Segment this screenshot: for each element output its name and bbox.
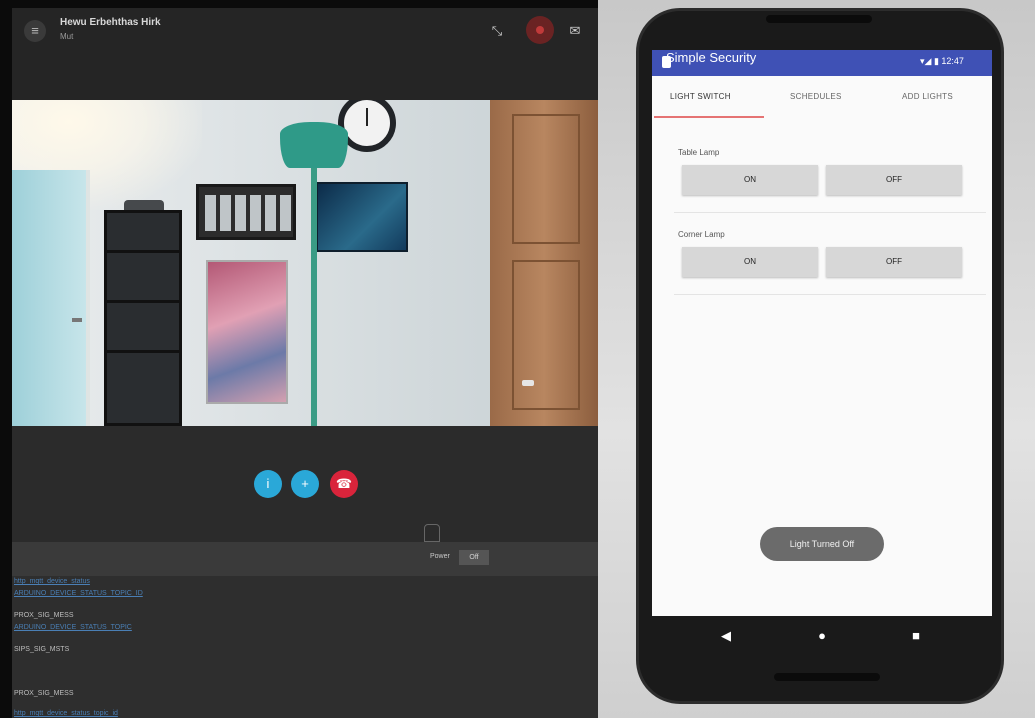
android-nav-bar: ◀ ● ■ bbox=[652, 616, 992, 656]
video-door-handle bbox=[72, 318, 82, 322]
chat-bubble-icon[interactable]: ✉ bbox=[564, 20, 586, 42]
video-frame-cell bbox=[250, 195, 261, 231]
video-photo-frames bbox=[196, 184, 296, 240]
app-title: Simple Security bbox=[666, 50, 757, 65]
tab-schedules[interactable]: SCHEDULES bbox=[790, 92, 842, 101]
menu-icon[interactable]: ≡ bbox=[24, 20, 46, 42]
video-pink-poster bbox=[206, 260, 288, 404]
lamp-label: Corner Lamp bbox=[678, 230, 725, 239]
log-line[interactable]: ARDUINO_DEVICE_STATUS_TOPIC_ID bbox=[14, 590, 143, 597]
divider bbox=[674, 294, 986, 295]
tab-bar: LIGHT SWITCH SCHEDULES ADD LIGHTS bbox=[652, 76, 992, 118]
phone-earpiece bbox=[766, 15, 872, 23]
end-call-button[interactable]: ☎ bbox=[330, 470, 358, 498]
video-button[interactable]: + bbox=[291, 470, 319, 498]
mouse-cursor-icon bbox=[424, 524, 440, 542]
desktop: ≡ Hewu Erbehthas Hirk Mut ⤡ ✉ i + ☎ Powe… bbox=[0, 0, 1035, 718]
log-line[interactable]: http_mqtt_device_status_topic_id bbox=[14, 710, 118, 717]
tab-indicator bbox=[654, 116, 764, 118]
power-label: Power bbox=[430, 553, 450, 560]
back-icon[interactable]: ◀ bbox=[716, 626, 736, 646]
tab-light-switch[interactable]: LIGHT SWITCH bbox=[670, 92, 731, 101]
video-door-knob bbox=[522, 380, 534, 386]
video-frame-cell bbox=[235, 195, 246, 231]
video-call-window: ≡ Hewu Erbehthas Hirk Mut ⤡ ✉ i + ☎ Powe… bbox=[12, 8, 598, 718]
video-lamp-pole bbox=[311, 166, 317, 426]
status-icons: ▾◢ ▮ 12:47 bbox=[920, 56, 964, 66]
video-shelf-board bbox=[104, 300, 182, 303]
mic-button[interactable]: i bbox=[254, 470, 282, 498]
video-frame-cell bbox=[220, 195, 231, 231]
log-line[interactable]: ARDUINO_DEVICE_STATUS_TOPIC bbox=[14, 624, 132, 631]
video-frame-cell bbox=[205, 195, 216, 231]
collapse-icon[interactable]: ⤡ bbox=[486, 20, 508, 42]
video-shelf-board bbox=[104, 250, 182, 253]
log-line[interactable]: http_mqtt_device_status bbox=[14, 578, 90, 585]
home-icon[interactable]: ● bbox=[812, 626, 832, 646]
call-subtitle: Mut bbox=[60, 32, 74, 41]
log-line: PROX_SIG_MESS bbox=[14, 690, 74, 697]
remote-video-feed bbox=[12, 100, 598, 426]
video-frame-cell bbox=[280, 195, 291, 231]
call-controls: i + ☎ bbox=[12, 426, 598, 542]
record-icon[interactable] bbox=[526, 16, 554, 44]
video-door-panel bbox=[512, 260, 580, 410]
log-line: SIPS_SIG_MSTS bbox=[14, 646, 70, 653]
log-line: PROX_SIG_MESS bbox=[14, 612, 74, 619]
lamp-label: Table Lamp bbox=[678, 148, 720, 157]
table-lamp-off-button[interactable]: OFF bbox=[826, 165, 962, 195]
caller-name: Hewu Erbehthas Hirk bbox=[60, 17, 161, 28]
app-bar: Simple Security ▾◢ ▮ 12:47 bbox=[652, 50, 992, 76]
device-status-bar: Power Off bbox=[12, 542, 598, 576]
power-value: Off bbox=[459, 550, 489, 565]
video-shelf-board bbox=[104, 350, 182, 353]
video-door-panel bbox=[512, 114, 580, 244]
phone-screen: Simple Security ▾◢ ▮ 12:47 LIGHT SWITCH … bbox=[652, 50, 992, 616]
call-header: ≡ Hewu Erbehthas Hirk Mut ⤡ ✉ bbox=[12, 8, 598, 100]
phone-chin bbox=[774, 673, 880, 681]
serial-log: http_mqtt_device_status ARDUINO_DEVICE_S… bbox=[12, 576, 598, 718]
table-lamp-on-button[interactable]: ON bbox=[682, 165, 818, 195]
video-blue-poster bbox=[316, 182, 408, 252]
video-lamp-shade bbox=[280, 122, 348, 168]
corner-lamp-on-button[interactable]: ON bbox=[682, 247, 818, 277]
video-frame-cell bbox=[265, 195, 276, 231]
recent-apps-icon[interactable]: ■ bbox=[906, 626, 926, 646]
tab-add-lights[interactable]: ADD LIGHTS bbox=[902, 92, 953, 101]
video-left-door bbox=[12, 170, 90, 426]
video-shelf bbox=[104, 210, 182, 426]
corner-lamp-off-button[interactable]: OFF bbox=[826, 247, 962, 277]
toast-message: Light Turned Off bbox=[760, 527, 884, 561]
divider bbox=[674, 212, 986, 213]
